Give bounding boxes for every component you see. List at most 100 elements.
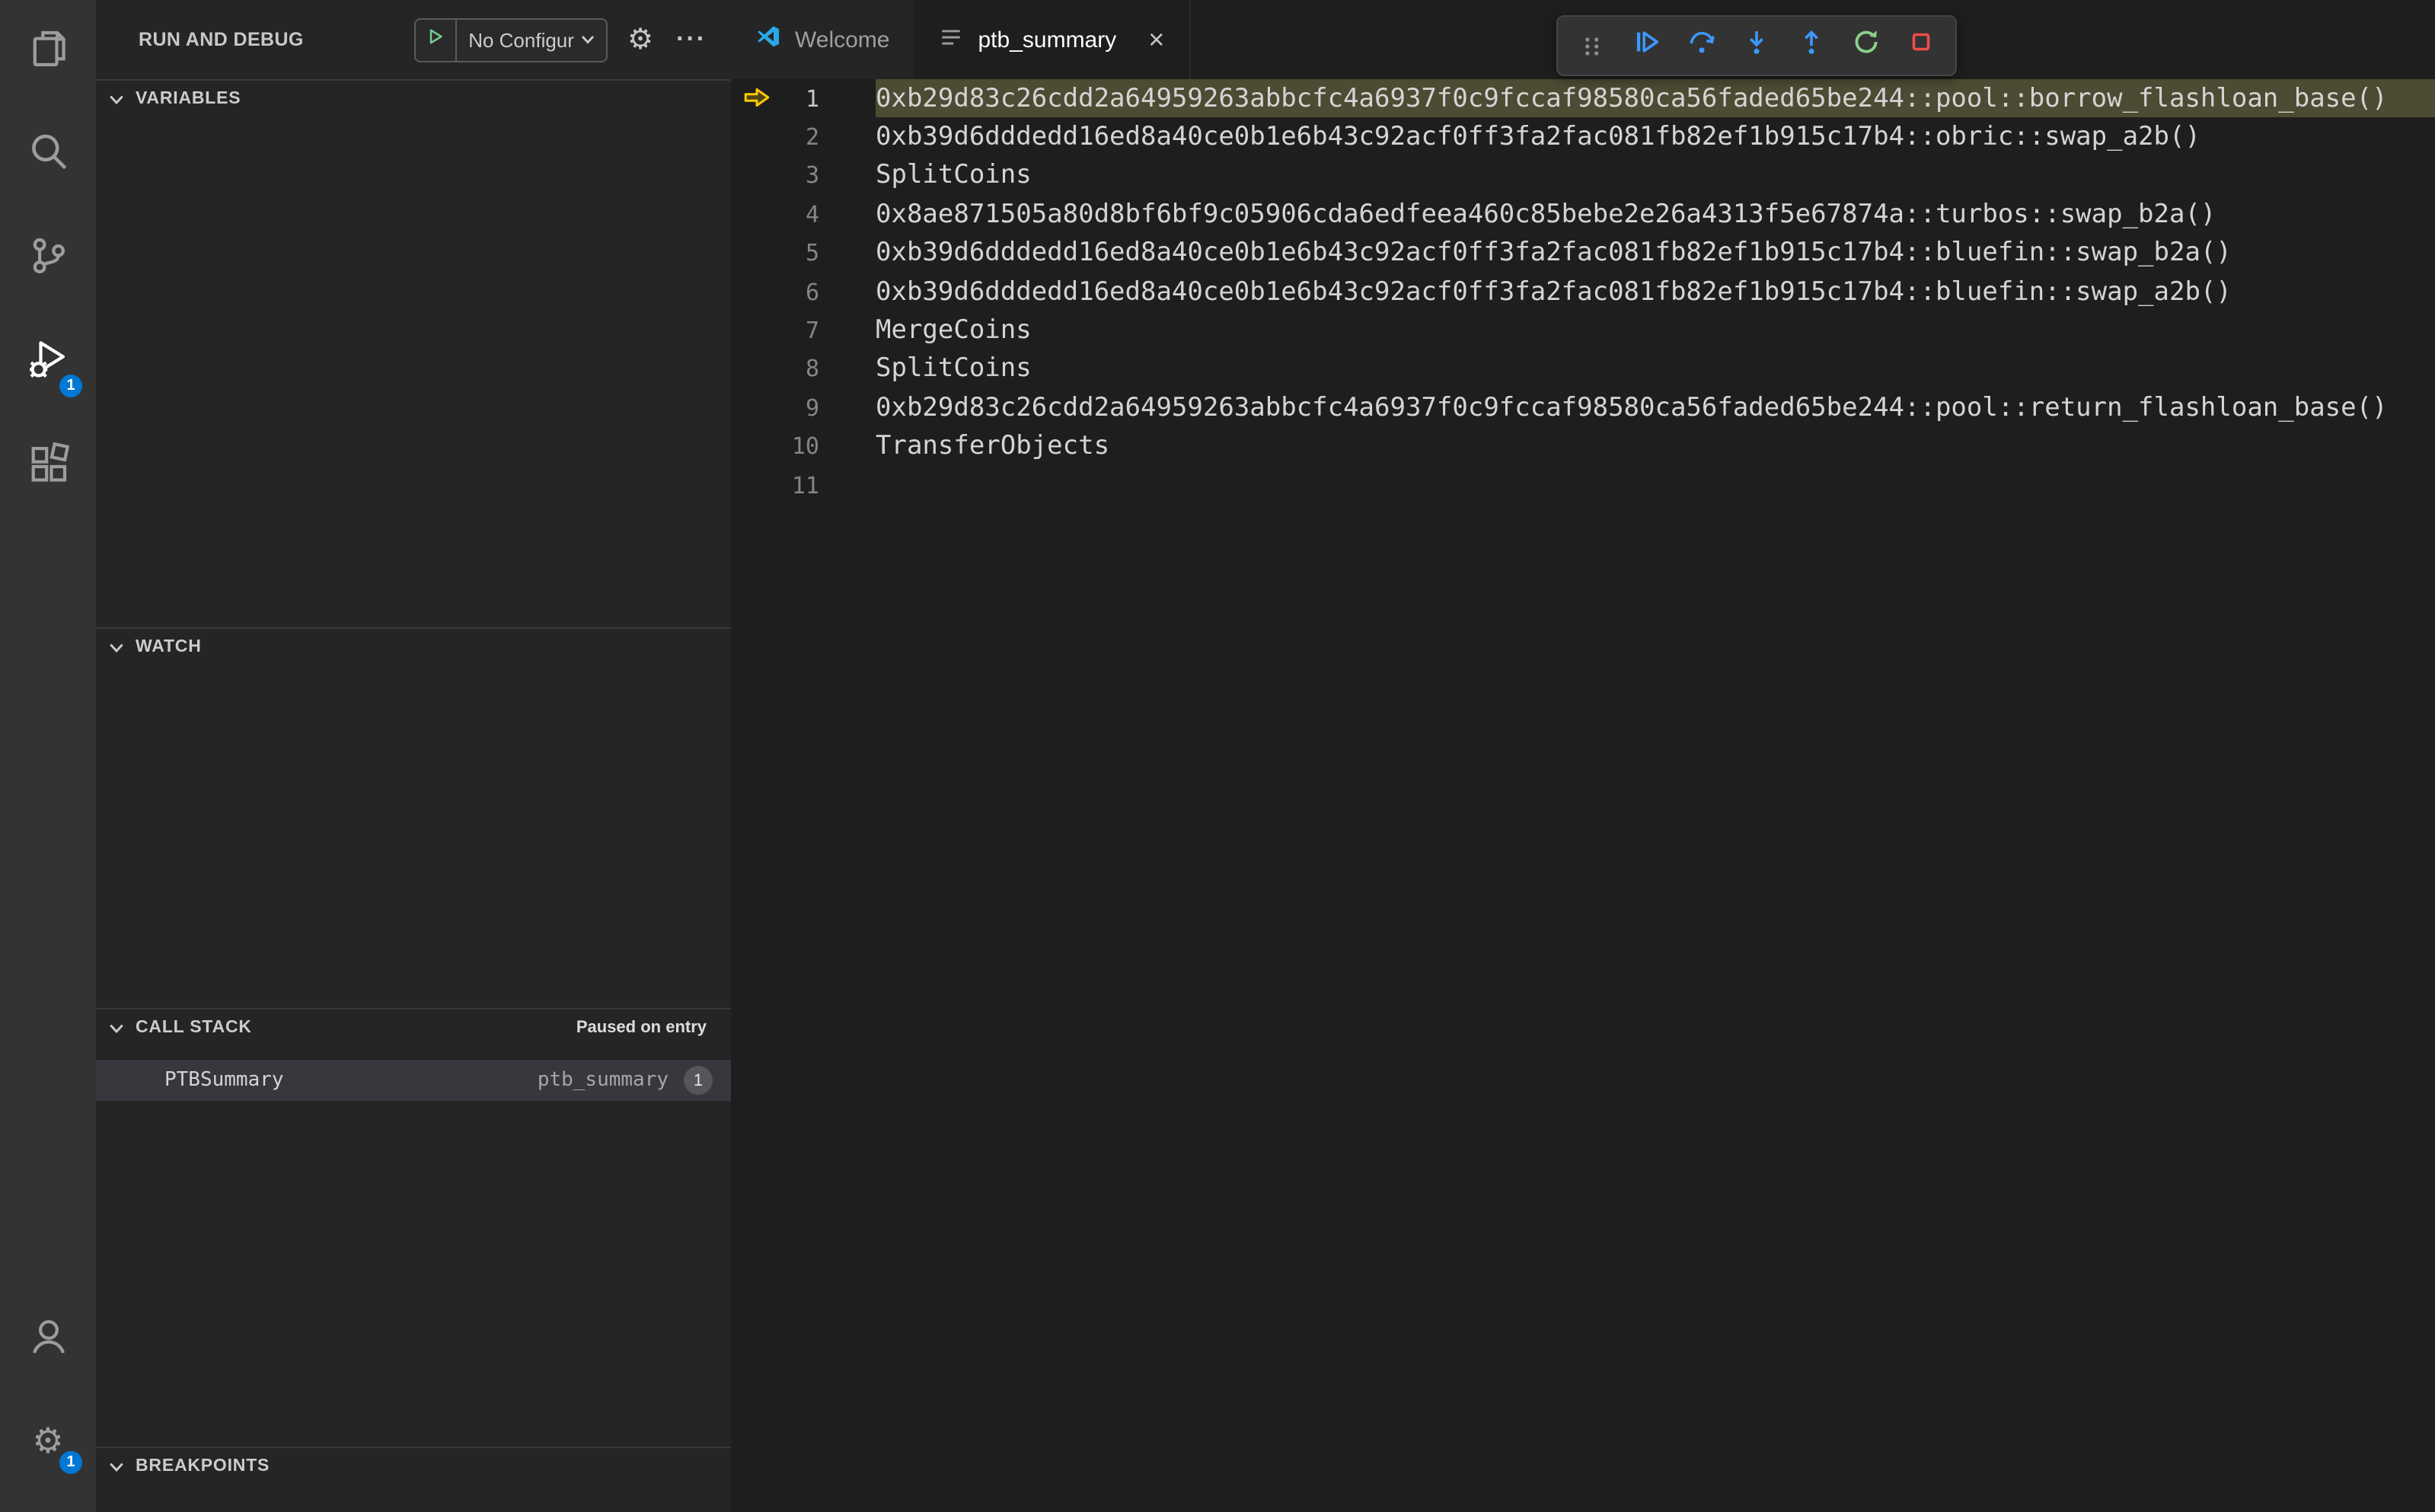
activity-item-source-control[interactable] [0,207,96,311]
gear-icon[interactable]: ⚙ [627,25,653,54]
editor-line: 7 MergeCoins [731,311,2435,350]
pause-status-badge: Paused on entry [576,1019,707,1037]
gutter-line-number[interactable]: 2 [731,118,876,157]
activity-item-run-and-debug[interactable]: 1 [0,311,96,414]
line-number: 11 [791,471,819,499]
activity-item-accounts[interactable] [0,1290,96,1390]
search-icon [27,130,69,180]
tab-welcome[interactable]: Welcome [731,0,914,79]
code-line[interactable]: 0xb39d6dddedd16ed8a40ce0b1e6b43c92acf0ff… [876,273,2435,311]
code-line[interactable]: SplitCoins [876,157,2435,196]
continue-button[interactable] [1623,23,1671,69]
line-number: 4 [805,200,819,228]
gutter-line-number[interactable]: 11 [731,466,876,505]
extensions-icon [27,441,69,491]
ellipsis-icon[interactable]: ··· [676,24,707,55]
account-icon [27,1315,69,1365]
tab-label: Welcome [795,27,890,53]
play-icon [426,26,444,53]
gutter-line-number[interactable]: 5 [731,234,876,273]
breakpoints-section: BREAKPOINTS [96,1447,731,1512]
breakpoints-section-header[interactable]: BREAKPOINTS [96,1448,731,1485]
gutter-line-number[interactable]: 10 [731,427,876,466]
section-label: CALL STACK [136,1019,252,1037]
code-line[interactable] [876,466,2435,505]
line-number: 9 [805,394,819,422]
sidebar-header: RUN AND DEBUG No Configur ⚙ ··· [96,0,731,79]
code-line[interactable]: TransferObjects [876,427,2435,466]
gutter-line-number[interactable]: 9 [731,388,876,427]
start-debug-button[interactable] [415,19,457,60]
step-over-icon [1687,27,1716,64]
editor-group: Welcome ptb_summary × 1 0xb29d83c26cdd2a6… [731,0,2435,1512]
editor-line: 4 0x8ae871505a80d8bf6bf9c05906cda6edfeea4… [731,195,2435,234]
watch-section-header[interactable]: WATCH [96,629,731,665]
restart-icon [1852,27,1881,64]
continue-icon [1632,27,1661,64]
code-line[interactable]: 0xb39d6dddedd16ed8a40ce0b1e6b43c92acf0ff… [876,234,2435,273]
code-line[interactable]: 0xb39d6dddedd16ed8a40ce0b1e6b43c92acf0ff… [876,118,2435,157]
activity-item-settings[interactable]: ⚙ 1 [0,1390,96,1491]
variables-section: VARIABLES [96,79,731,627]
current-line-arrow-icon [743,87,771,108]
frame-name: PTBSummary [164,1069,284,1092]
gear-icon: ⚙ [32,1420,64,1459]
gutter-line-number[interactable]: 6 [731,273,876,311]
stop-button[interactable] [1897,23,1945,69]
code-line[interactable]: 0xb29d83c26cdd2a64959263abbcfc4a6937f0c9… [876,388,2435,427]
stop-icon [1907,27,1936,64]
call-stack-frame[interactable]: PTBSummary ptb_summary 1 [96,1060,731,1101]
debug-config-label: No Configur [468,28,574,51]
editor-line: 2 0xb39d6dddedd16ed8a40ce0b1e6b43c92acf0f… [731,118,2435,157]
call-stack-section-header[interactable]: CALL STACK Paused on entry [96,1010,731,1046]
chevron-down-icon [108,1458,125,1475]
gutter-line-number[interactable]: 3 [731,157,876,196]
gutter-line-number[interactable]: 1 [731,79,876,118]
variables-section-header[interactable]: VARIABLES [96,81,731,117]
debug-toolbar [1556,15,1957,76]
watch-section: WATCH [96,627,731,1008]
close-icon[interactable]: × [1148,26,1164,53]
code-line[interactable]: MergeCoins [876,311,2435,350]
activity-item-extensions[interactable] [0,414,96,518]
step-into-button[interactable] [1733,23,1780,69]
step-into-icon [1742,27,1771,64]
settings-badge: 1 [58,1450,84,1475]
step-out-icon [1797,27,1826,64]
gutter-line-number[interactable]: 7 [731,311,876,350]
activity-item-explorer[interactable] [0,0,96,104]
files-icon [27,27,69,77]
gutter-line-number[interactable]: 8 [731,349,876,388]
restart-button[interactable] [1843,23,1890,69]
frame-badge: 1 [684,1066,713,1095]
editor-line: 8 SplitCoins [731,349,2435,388]
vscode-logo-icon [755,24,781,56]
gripper-icon[interactable] [1569,23,1616,69]
chevron-down-icon [108,639,125,656]
line-number: 8 [805,355,819,383]
debug-badge: 1 [58,373,84,399]
code-line[interactable]: 0xb29d83c26cdd2a64959263abbcfc4a6937f0c9… [876,79,2435,118]
line-number: 10 [791,432,819,461]
line-number: 6 [805,278,819,306]
step-out-button[interactable] [1788,23,1835,69]
section-label: BREAKPOINTS [136,1457,270,1475]
gutter-line-number[interactable]: 4 [731,195,876,234]
code-line[interactable]: SplitCoins [876,349,2435,388]
line-number: 1 [805,85,819,113]
vscode-window: 1 ⚙ 1 RUN AND DEBUG No Configur ⚙ ··· VA… [0,0,2435,1512]
section-label: WATCH [136,638,202,656]
debug-config-dropdown[interactable]: No Configur [413,18,608,62]
code-line[interactable]: 0x8ae871505a80d8bf6bf9c05906cda6edfeea46… [876,195,2435,234]
frame-file: ptb_summary [537,1069,669,1092]
step-over-button[interactable] [1678,23,1725,69]
activity-bar: 1 ⚙ 1 [0,0,96,1512]
editor-line: 9 0xb29d83c26cdd2a64959263abbcfc4a6937f0c… [731,388,2435,427]
code-editor: 1 0xb29d83c26cdd2a64959263abbcfc4a6937f0c… [731,79,2435,505]
activity-item-search[interactable] [0,104,96,207]
editor-line: 11 [731,466,2435,505]
line-number: 7 [805,317,819,345]
sidebar-title: RUN AND DEBUG [139,29,304,50]
line-number: 3 [805,161,819,190]
tab-ptb-summary[interactable]: ptb_summary × [914,0,1191,79]
